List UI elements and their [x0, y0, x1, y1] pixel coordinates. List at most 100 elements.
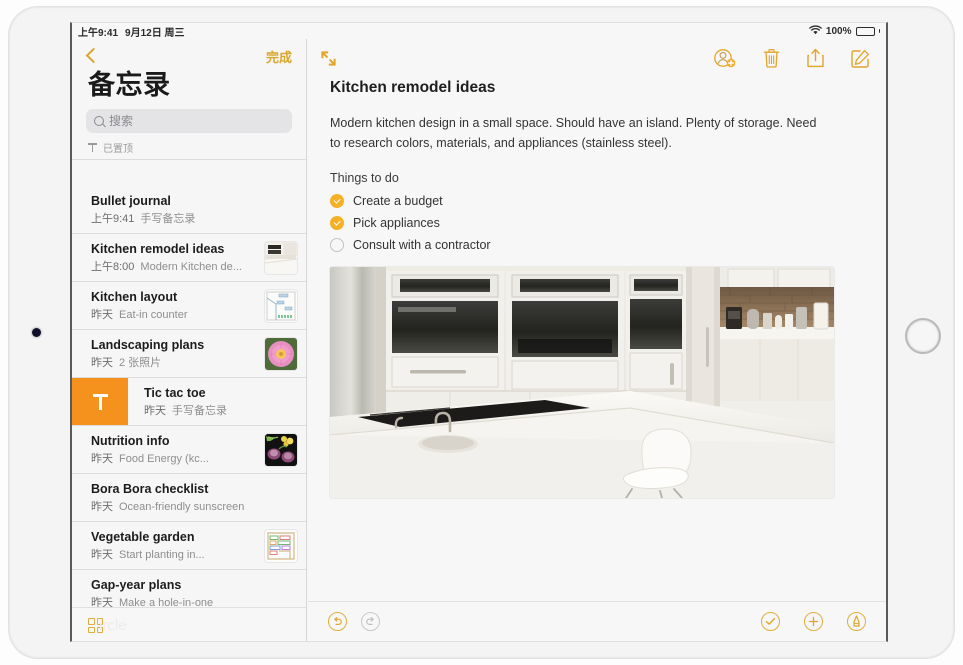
note-item-texts: Bora Bora checklist 昨天 Ocean-friendly suns…	[91, 482, 297, 514]
note-item-preview: Modern Kitchen de...	[140, 260, 242, 273]
search-container: 搜索	[72, 101, 306, 133]
note-item-texts: Landscaping plans 昨天 2 张照片	[91, 338, 259, 370]
compose-icon[interactable]	[851, 49, 870, 68]
note-item-texts: Tic tac toe 昨天 手写备忘录	[144, 386, 297, 418]
note-item-subtitle: 上午9:41 手写备忘录	[91, 210, 297, 226]
search-placeholder: 搜索	[109, 114, 134, 129]
home-button[interactable]	[905, 318, 941, 354]
note-list-item[interactable]: Gap-year plans 昨天 Make a hole-in-one	[72, 570, 306, 608]
checklist-icon[interactable]	[761, 612, 780, 631]
note-item-thumbnail	[265, 289, 297, 322]
note-paragraph: Modern kitchen design in a small space. …	[330, 116, 817, 151]
note-list-item[interactable]: Bullet journal 上午9:41 手写备忘录	[72, 186, 306, 234]
note-list-item[interactable]: Kitchen layout 昨天 Eat-in counter	[72, 282, 306, 330]
note-item-date: 上午9:41	[91, 212, 135, 225]
todo-item[interactable]: Consult with a contractor	[330, 234, 864, 256]
note-heading: Kitchen remodel ideas	[330, 79, 496, 96]
note-item-title: Tic tac toe	[144, 385, 206, 400]
note-photo[interactable]	[330, 266, 834, 498]
note-item-title: Nutrition info	[91, 433, 170, 448]
checkbox-checked-icon[interactable]	[330, 215, 344, 230]
checkbox-checked-icon[interactable]	[330, 193, 344, 208]
todo-item-label: Create a budget	[353, 193, 443, 208]
notes-sidebar: 完成 备忘录 搜索 已置顶 Bullet journal 上午9:41 手写备忘录 K…	[72, 39, 307, 641]
page-title: 备忘录	[88, 70, 171, 100]
note-item-texts: Bullet journal 上午9:41 手写备忘录	[91, 194, 297, 226]
note-item-subtitle: 昨天 Ocean-friendly sunscreen	[91, 498, 297, 514]
note-list-item[interactable]: Nutrition info 昨天 Food Energy (kc...	[72, 426, 306, 474]
note-list-item[interactable]: Bora Bora checklist 昨天 Ocean-friendly suns…	[72, 474, 306, 522]
note-item-preview: Ocean-friendly sunscreen	[119, 500, 245, 513]
add-person-icon[interactable]	[714, 48, 736, 68]
note-item-subtitle: 昨天 Food Energy (kc...	[91, 450, 259, 466]
note-list-item[interactable]: Tic tac toe 昨天 手写备忘录	[72, 378, 306, 426]
note-item-subtitle: 昨天 Start planting in...	[91, 546, 259, 562]
front-camera	[32, 328, 41, 337]
note-item-date: 昨天	[144, 404, 166, 417]
status-time: 上午9:41	[78, 27, 119, 39]
checkbox-empty-icon[interactable]	[330, 237, 344, 252]
note-detail-pane: Kitchen remodel ideas Modern kitchen des…	[308, 39, 886, 641]
redo-icon[interactable]	[361, 612, 380, 631]
note-item-preview: Make a hole-in-one	[119, 596, 214, 608]
note-item-thumbnail	[265, 433, 297, 466]
ghost-label: ircle	[99, 617, 127, 634]
pinned-section-header: 已置顶	[72, 133, 306, 160]
trash-icon[interactable]	[763, 48, 780, 68]
note-item-preview: Food Energy (kc...	[119, 452, 209, 465]
todo-item[interactable]: Pick appliances	[330, 212, 864, 234]
markup-pen-icon[interactable]	[847, 612, 866, 631]
note-item-preview: Start planting in...	[119, 548, 205, 561]
note-item-preview: 手写备忘录	[172, 404, 227, 417]
battery-icon	[855, 26, 875, 36]
note-item-date: 昨天	[91, 548, 113, 561]
battery-percent: 100%	[825, 25, 852, 37]
note-content[interactable]: Kitchen remodel ideas Modern kitchen des…	[308, 77, 886, 498]
note-item-preview: Eat-in counter	[119, 308, 188, 321]
note-item-title: Bullet journal	[91, 193, 171, 208]
note-item-thumbnail	[265, 529, 297, 562]
pin-swipe-action[interactable]	[72, 378, 128, 425]
note-list-item[interactable]: Vegetable garden 昨天 Start planting in...	[72, 522, 306, 570]
sidebar-navbar: 完成	[72, 39, 306, 73]
sidebar-bottom-bar: ircle	[72, 607, 306, 641]
search-icon	[94, 115, 104, 126]
note-list-item[interactable]: Landscaping plans 昨天 2 张照片	[72, 330, 306, 378]
note-item-preview: 2 张照片	[119, 356, 162, 369]
note-item-date: 昨天	[91, 308, 113, 321]
note-item-title: Landscaping plans	[91, 337, 205, 352]
back-chevron-icon[interactable]	[86, 47, 97, 65]
search-input[interactable]: 搜索	[86, 108, 292, 133]
note-item-preview: 手写备忘录	[140, 212, 196, 225]
note-item-subtitle: 上午8:00 Modern Kitchen de...	[91, 258, 259, 274]
note-item-title: Bora Bora checklist	[91, 481, 209, 496]
note-item-subtitle: 昨天 Eat-in counter	[91, 306, 259, 322]
undo-icon[interactable]	[328, 612, 347, 631]
status-bar: 上午9:41 9月12日 周三 100%	[72, 23, 886, 39]
note-item-subtitle: 昨天 2 张照片	[91, 354, 259, 370]
note-item-thumbnail	[265, 337, 297, 370]
pinned-section-label: 已置顶	[103, 143, 133, 155]
ipad-screen: 上午9:41 9月12日 周三 100% 完成 备忘录 搜索 已置顶 Bulle…	[70, 22, 888, 642]
detail-navbar	[308, 39, 886, 77]
ipad-device: 上午9:41 9月12日 周三 100% 完成 备忘录 搜索 已置顶 Bulle…	[0, 0, 963, 665]
note-item-texts: Kitchen remodel ideas 上午8:00 Modern Kitche…	[91, 242, 259, 274]
note-list-item[interactable]: Kitchen remodel ideas 上午8:00 Modern Kitche…	[72, 234, 306, 282]
share-icon[interactable]	[807, 48, 824, 68]
note-item-date: 上午8:00	[91, 260, 135, 273]
note-item-date: 昨天	[91, 596, 113, 608]
expand-arrows-icon[interactable]	[320, 50, 337, 67]
plus-icon[interactable]	[804, 612, 823, 631]
note-item-title: Kitchen layout	[91, 289, 178, 304]
note-item-title: Gap-year plans	[91, 577, 182, 592]
note-item-subtitle: 昨天 手写备忘录	[144, 402, 297, 418]
note-item-texts: Vegetable garden 昨天 Start planting in...	[91, 530, 259, 562]
wifi-icon	[809, 24, 822, 38]
pin-icon	[92, 393, 108, 410]
done-button[interactable]: 完成	[266, 47, 292, 66]
todo-item[interactable]: Create a budget	[330, 190, 864, 212]
note-item-date: 昨天	[91, 452, 113, 465]
note-item-texts: Kitchen layout 昨天 Eat-in counter	[91, 290, 259, 322]
note-item-date: 昨天	[91, 356, 113, 369]
note-list[interactable]: Bullet journal 上午9:41 手写备忘录 Kitchen remodel…	[72, 186, 306, 607]
